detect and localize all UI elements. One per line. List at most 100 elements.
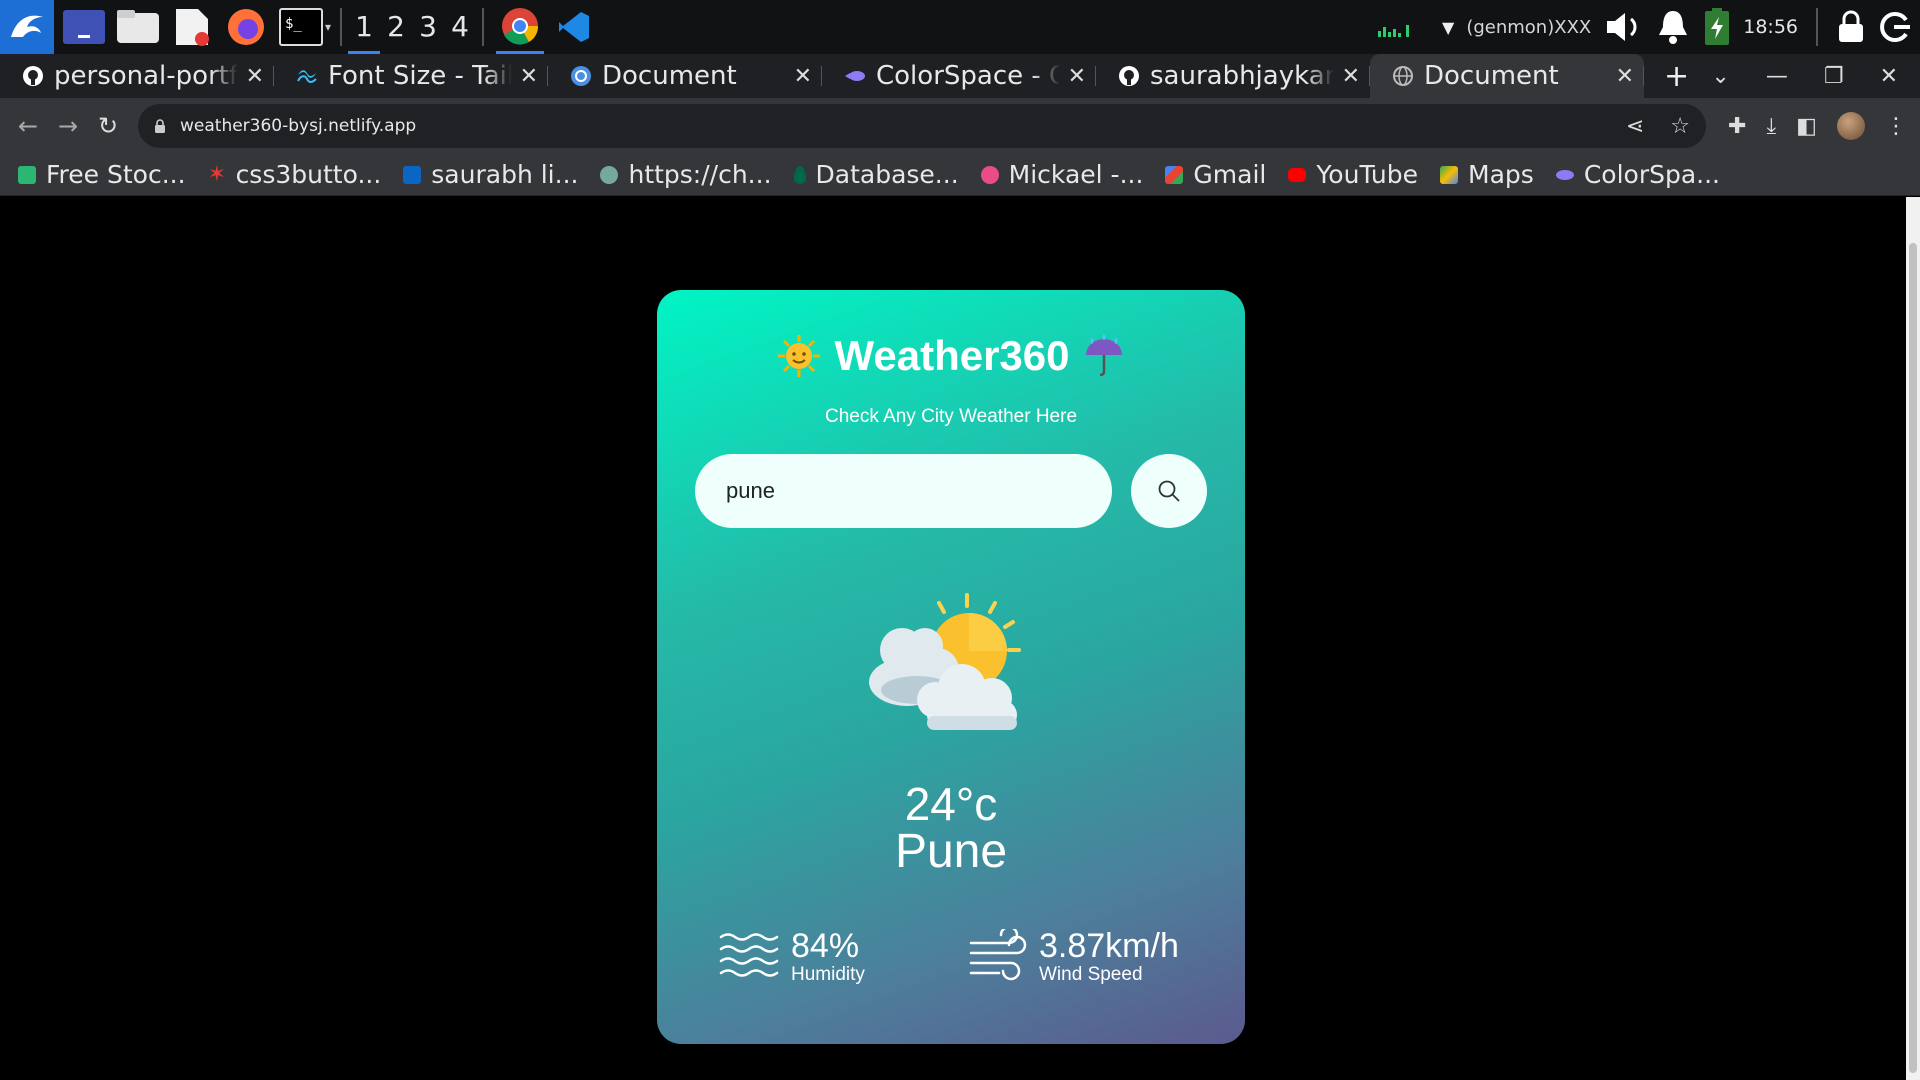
bookmark-label: Gmail xyxy=(1193,160,1267,189)
clock[interactable]: 18:56 xyxy=(1743,16,1798,38)
bookmark-free-stock[interactable]: Free Stoc... xyxy=(18,160,186,189)
search-button[interactable] xyxy=(1131,454,1207,528)
temperature-readout: 24°c xyxy=(904,778,998,830)
tab-personal-portfolio[interactable]: personal-portfolio ✕ xyxy=(0,54,274,98)
close-window-icon[interactable]: ✕ xyxy=(1880,64,1898,89)
battery-charging-icon[interactable] xyxy=(1703,7,1731,47)
desktop-button[interactable] xyxy=(60,5,108,49)
youtube-icon xyxy=(1288,167,1307,182)
avatar[interactable] xyxy=(1836,112,1865,140)
kali-dragon-icon xyxy=(11,15,43,37)
url-text[interactable]: weather360-bysj.netlify.app xyxy=(180,116,1626,136)
workspace-4[interactable]: 4 xyxy=(444,0,476,54)
back-arrow-icon[interactable]: ← xyxy=(8,112,48,140)
city-name: Pune xyxy=(894,825,1008,878)
reload-icon[interactable]: ↻ xyxy=(88,112,128,140)
new-tab-button[interactable]: + xyxy=(1664,59,1689,94)
app-title: Weather360 xyxy=(834,332,1070,379)
bookmarks-bar: Free Stoc... ✶ css3butto... saurabh li...… xyxy=(0,154,1920,196)
kebab-menu-icon[interactable]: ⋮ xyxy=(1885,114,1907,139)
close-icon[interactable]: ✕ xyxy=(520,64,538,89)
bookmark-colorspace[interactable]: ColorSpa... xyxy=(1555,160,1720,189)
tab-title: Document xyxy=(602,61,737,91)
bookmark-css3buttons[interactable]: ✶ css3butto... xyxy=(208,160,382,189)
network-icon[interactable]: ▼ xyxy=(1442,18,1454,37)
kali-menu-button[interactable] xyxy=(0,0,54,54)
weather-card: Weather360 Check Any City Weather Here p… xyxy=(657,290,1245,1044)
forward-arrow-icon[interactable]: → xyxy=(48,112,88,140)
gmail-icon xyxy=(1165,165,1184,184)
tab-saurabhjaykar16[interactable]: saurabhjaykar16 ✕ xyxy=(1096,54,1370,98)
workspace-2[interactable]: 2 xyxy=(380,0,412,54)
close-icon[interactable]: ✕ xyxy=(1616,64,1634,89)
tab-search-chevron-icon[interactable]: ⌄ xyxy=(1711,64,1729,89)
bookmark-youtube[interactable]: YouTube xyxy=(1288,160,1418,189)
vscode-taskbar-button[interactable] xyxy=(550,5,598,49)
lock-icon xyxy=(155,119,165,133)
window-controls: ⌄ — ❐ ✕ xyxy=(1711,64,1920,89)
file-manager-button[interactable] xyxy=(114,5,162,49)
sun-behind-clouds-icon xyxy=(869,593,1021,730)
bookmark-linkedin[interactable]: saurabh li... xyxy=(403,160,578,189)
text-editor-button[interactable] xyxy=(168,5,216,49)
chrome-taskbar-button[interactable] xyxy=(496,0,544,54)
bookmark-label: saurabh li... xyxy=(431,160,579,189)
sun-emoji-icon xyxy=(778,335,821,377)
tab-document[interactable]: Document ✕ xyxy=(548,54,822,98)
workspace-1[interactable]: 1 xyxy=(348,0,380,54)
text-editor-icon xyxy=(176,9,209,46)
wind-icon xyxy=(969,929,1027,981)
bookmark-database[interactable]: Database... xyxy=(793,160,959,189)
share-icon[interactable]: ⋖ xyxy=(1626,114,1644,139)
bookmark-favicon-icon xyxy=(18,165,36,184)
humidity-label: Humidity xyxy=(791,964,865,985)
bookmark-gmail[interactable]: Gmail xyxy=(1165,160,1266,189)
extensions-puzzle-icon[interactable]: ✚ xyxy=(1728,114,1746,139)
download-icon[interactable]: ⤓ xyxy=(1766,114,1776,139)
browser-toolbar: ← → ↻ weather360-bysj.netlify.app ⋖ ☆ ✚ … xyxy=(0,98,1920,154)
bookmark-mickael[interactable]: Mickael -... xyxy=(980,160,1144,189)
close-icon[interactable]: ✕ xyxy=(1068,64,1086,89)
address-bar[interactable]: weather360-bysj.netlify.app ⋖ ☆ xyxy=(138,104,1706,148)
chevron-down-icon: ▾ xyxy=(324,20,332,34)
tab-colorspace[interactable]: ColorSpace - Color Palettes ✕ xyxy=(822,54,1096,98)
bookmark-maps[interactable]: Maps xyxy=(1440,160,1534,189)
bookmark-chatgpt[interactable]: https://ch... xyxy=(600,160,772,189)
cpu-graph-icon xyxy=(1378,25,1410,37)
tab-strip: personal-portfolio ✕ Font Size - Tailwin… xyxy=(0,54,1920,98)
lock-icon[interactable] xyxy=(1836,10,1866,44)
city-search-input[interactable] xyxy=(695,454,1112,528)
workspace-3[interactable]: 3 xyxy=(412,0,444,54)
tab-tailwind-font-size[interactable]: Font Size - Tailwind CSS ✕ xyxy=(274,54,548,98)
humidity-stat: 84% Humidity xyxy=(719,928,865,986)
terminal-button[interactable]: $_ ▾ xyxy=(276,5,334,49)
firefox-button[interactable] xyxy=(222,5,270,49)
tailwind-icon xyxy=(297,70,317,83)
github-icon xyxy=(23,66,43,86)
scrollbar-thumb[interactable] xyxy=(1909,243,1917,1073)
genmon-label: (genmon)XXX xyxy=(1466,16,1592,38)
close-icon[interactable]: ✕ xyxy=(794,64,812,89)
bookmark-label: Mickael -... xyxy=(1008,160,1144,189)
document-icon xyxy=(571,66,591,86)
restore-icon[interactable]: ❐ xyxy=(1824,64,1844,89)
star-bookmark-icon[interactable]: ☆ xyxy=(1670,114,1690,139)
bell-icon[interactable] xyxy=(1655,7,1691,47)
close-icon[interactable]: ✕ xyxy=(1342,64,1360,89)
github-icon xyxy=(1119,66,1139,86)
minimize-icon[interactable]: — xyxy=(1766,64,1788,89)
logout-icon[interactable] xyxy=(1878,10,1912,44)
openai-icon xyxy=(600,165,619,184)
page-scrollbar[interactable] xyxy=(1906,197,1920,1080)
tab-document-active[interactable]: Document ✕ xyxy=(1370,54,1644,98)
side-panel-icon[interactable]: ◧ xyxy=(1796,114,1817,139)
firefox-icon xyxy=(228,9,264,45)
volume-icon[interactable] xyxy=(1603,7,1643,47)
panel-separator xyxy=(482,8,484,46)
tab-title: saurabhjaykar16 xyxy=(1150,61,1334,91)
close-icon[interactable]: ✕ xyxy=(246,64,264,89)
system-panel: $_ ▾ 1 2 3 4 ▼ (genmon)XXX 18:56 xyxy=(0,0,1920,54)
tab-title: personal-portfolio xyxy=(54,61,238,91)
bookmark-label: ColorSpa... xyxy=(1583,160,1720,189)
colorspace-icon xyxy=(845,71,865,81)
